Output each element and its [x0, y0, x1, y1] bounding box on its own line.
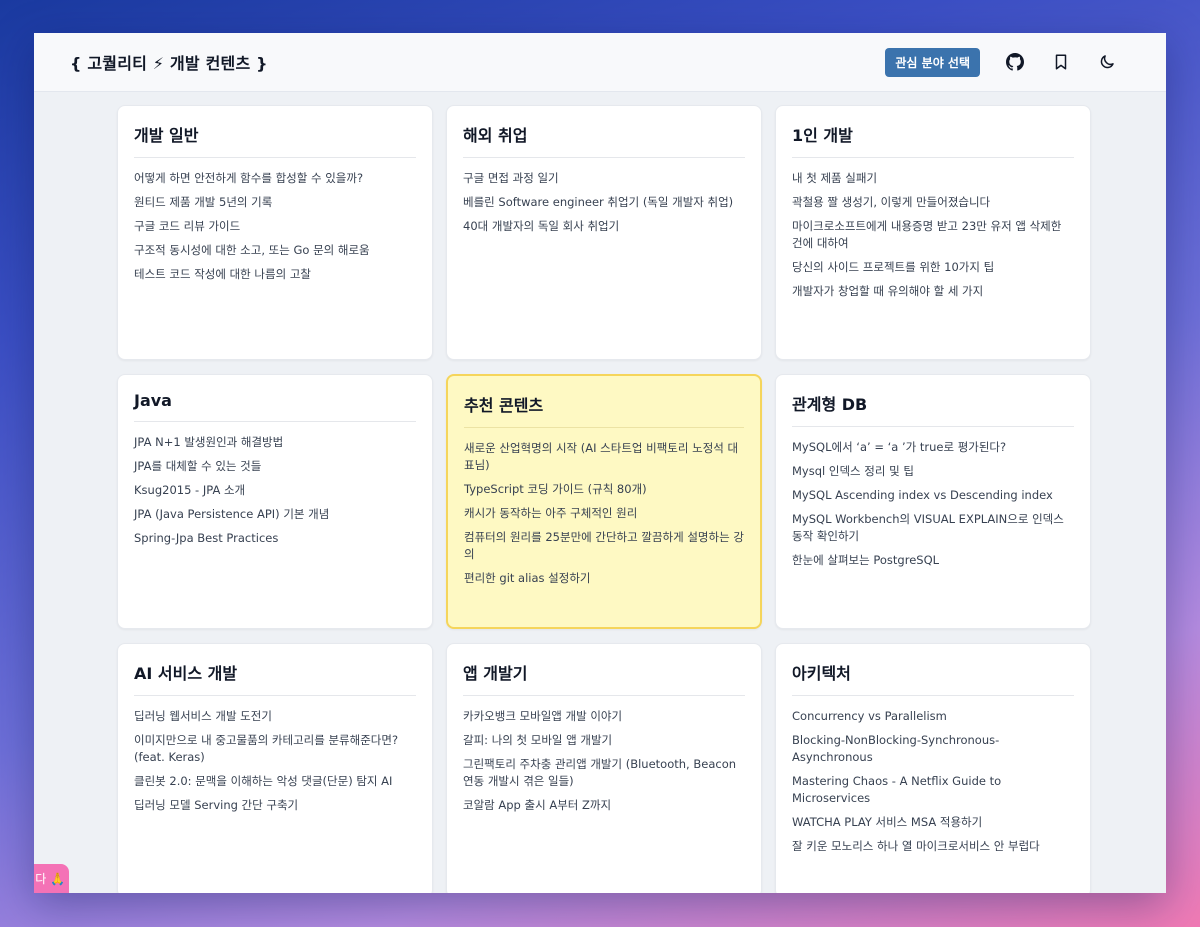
card-title: Java — [134, 391, 416, 422]
article-link[interactable]: MySQL Ascending index vs Descending inde… — [792, 487, 1074, 504]
card-title: 1인 개발 — [792, 122, 1074, 158]
article-link[interactable]: 컴퓨터의 원리를 25분만에 간단하고 깔끔하게 설명하는 강의 — [464, 529, 744, 563]
article-link[interactable]: 당신의 사이드 프로젝트를 위한 10가지 팁 — [792, 259, 1074, 276]
article-link[interactable]: Mysql 인덱스 정리 및 팁 — [792, 463, 1074, 480]
article-link[interactable]: 구글 코드 리뷰 가이드 — [134, 218, 416, 235]
category-card-overseas-job: 해외 취업 구글 면접 과정 일기 베를린 Software engineer … — [446, 105, 762, 360]
category-card-solo-dev: 1인 개발 내 첫 제품 실패기 곽철용 짤 생성기, 이렇게 만들어졌습니다 … — [775, 105, 1091, 360]
article-link[interactable]: Mastering Chaos - A Netflix Guide to Mic… — [792, 773, 1074, 807]
github-button[interactable] — [992, 42, 1038, 82]
article-link[interactable]: MySQL에서 ‘a’ = ‘a ’가 true로 평가된다? — [792, 439, 1074, 456]
article-link[interactable]: 갈피: 나의 첫 모바일 앱 개발기 — [463, 732, 745, 749]
top-header: { 고퀄리티 ⚡ 개발 컨텐츠 } 관심 분야 선택 — [34, 33, 1166, 92]
floating-feedback-tab[interactable]: 다 🙏 — [34, 864, 69, 893]
article-link[interactable]: 잘 키운 모노리스 하나 열 마이크로서비스 안 부럽다 — [792, 838, 1074, 855]
category-card-app-dev: 앱 개발기 카카오뱅크 모바일앱 개발 이야기 갈피: 나의 첫 모바일 앱 개… — [446, 643, 762, 893]
article-link[interactable]: 한눈에 살펴보는 PostgreSQL — [792, 552, 1074, 569]
card-title: AI 서비스 개발 — [134, 660, 416, 696]
article-link[interactable]: 어떻게 하면 안전하게 함수를 합성할 수 있을까? — [134, 170, 416, 187]
bookmark-icon — [1055, 54, 1067, 70]
card-title: 추천 콘텐츠 — [464, 392, 744, 428]
article-link[interactable]: 원티드 제품 개발 5년의 기록 — [134, 194, 416, 211]
article-link[interactable]: JPA를 대체할 수 있는 것들 — [134, 458, 416, 475]
browser-window: { 고퀄리티 ⚡ 개발 컨텐츠 } 관심 분야 선택 개발 일반 어떻게 하면 … — [34, 33, 1166, 893]
article-link[interactable]: 내 첫 제품 실패기 — [792, 170, 1074, 187]
github-icon — [1006, 53, 1024, 71]
moon-icon — [1100, 55, 1114, 69]
category-card-dev-general: 개발 일반 어떻게 하면 안전하게 함수를 합성할 수 있을까? 원티드 제품 … — [117, 105, 433, 360]
category-grid: 개발 일반 어떻게 하면 안전하게 함수를 합성할 수 있을까? 원티드 제품 … — [117, 105, 1092, 893]
theme-toggle-button[interactable] — [1084, 42, 1130, 82]
article-link[interactable]: 코알람 App 출시 A부터 Z까지 — [463, 797, 745, 814]
header-actions: 관심 분야 선택 — [885, 42, 1130, 82]
article-link[interactable]: 테스트 코드 작성에 대한 나름의 고찰 — [134, 266, 416, 283]
article-link[interactable]: Ksug2015 - JPA 소개 — [134, 482, 416, 499]
card-title: 개발 일반 — [134, 122, 416, 158]
article-link[interactable]: 마이크로소프트에게 내용증명 받고 23만 유저 앱 삭제한 건에 대하여 — [792, 218, 1074, 252]
article-link[interactable]: 이미지만으로 내 중고물품의 카테고리를 분류해준다면? (feat. Kera… — [134, 732, 416, 766]
card-title: 아키텍처 — [792, 660, 1074, 696]
article-link[interactable]: 캐시가 동작하는 아주 구체적인 원리 — [464, 505, 744, 522]
article-link[interactable]: 곽철용 짤 생성기, 이렇게 만들어졌습니다 — [792, 194, 1074, 211]
article-link[interactable]: Spring-Jpa Best Practices — [134, 530, 416, 547]
article-link[interactable]: WATCHA PLAY 서비스 MSA 적용하기 — [792, 814, 1074, 831]
article-link[interactable]: JPA N+1 발생원인과 해결방법 — [134, 434, 416, 451]
card-title: 앱 개발기 — [463, 660, 745, 696]
article-link[interactable]: 클린봇 2.0: 문맥을 이해하는 악성 댓글(단문) 탐지 AI — [134, 773, 416, 790]
card-title: 해외 취업 — [463, 122, 745, 158]
category-card-ai-service: AI 서비스 개발 딥러닝 웹서비스 개발 도전기 이미지만으로 내 중고물품의… — [117, 643, 433, 893]
interest-select-button[interactable]: 관심 분야 선택 — [885, 47, 980, 77]
article-link[interactable]: Blocking-NonBlocking-Synchronous-Asynchr… — [792, 732, 1074, 766]
article-link[interactable]: TypeScript 코딩 가이드 (규칙 80개) — [464, 481, 744, 498]
article-link[interactable]: Concurrency vs Parallelism — [792, 708, 1074, 725]
article-link[interactable]: MySQL Workbench의 VISUAL EXPLAIN으로 인덱스 동작… — [792, 511, 1074, 545]
article-link[interactable]: 40대 개발자의 독일 회사 취업기 — [463, 218, 745, 235]
article-link[interactable]: 딥러닝 웹서비스 개발 도전기 — [134, 708, 416, 725]
bookmark-button[interactable] — [1038, 42, 1084, 82]
article-link[interactable]: 구조적 동시성에 대한 소고, 또는 Go 문의 해로움 — [134, 242, 416, 259]
site-logo[interactable]: { 고퀄리티 ⚡ 개발 컨텐츠 } — [70, 50, 268, 74]
article-link[interactable]: 베를린 Software engineer 취업기 (독일 개발자 취업) — [463, 194, 745, 211]
article-link[interactable]: 카카오뱅크 모바일앱 개발 이야기 — [463, 708, 745, 725]
category-card-recommended: 추천 콘텐츠 새로운 산업혁명의 시작 (AI 스타트업 비팩토리 노정석 대표… — [446, 374, 762, 629]
article-link[interactable]: 구글 면접 과정 일기 — [463, 170, 745, 187]
category-card-architecture: 아키텍처 Concurrency vs Parallelism Blocking… — [775, 643, 1091, 893]
article-link[interactable]: 개발자가 창업할 때 유의해야 할 세 가지 — [792, 283, 1074, 300]
card-title: 관계형 DB — [792, 391, 1074, 427]
article-link[interactable]: 딥러닝 모델 Serving 간단 구축기 — [134, 797, 416, 814]
article-link[interactable]: 그린팩토리 주차충 관리앱 개발기 (Bluetooth, Beacon 연동 … — [463, 756, 745, 790]
article-link[interactable]: 편리한 git alias 설정하기 — [464, 570, 744, 587]
article-link[interactable]: JPA (Java Persistence API) 기본 개념 — [134, 506, 416, 523]
category-card-relational-db: 관계형 DB MySQL에서 ‘a’ = ‘a ’가 true로 평가된다? M… — [775, 374, 1091, 629]
article-link[interactable]: 새로운 산업혁명의 시작 (AI 스타트업 비팩토리 노정석 대표님) — [464, 440, 744, 474]
category-card-java: Java JPA N+1 발생원인과 해결방법 JPA를 대체할 수 있는 것들… — [117, 374, 433, 629]
